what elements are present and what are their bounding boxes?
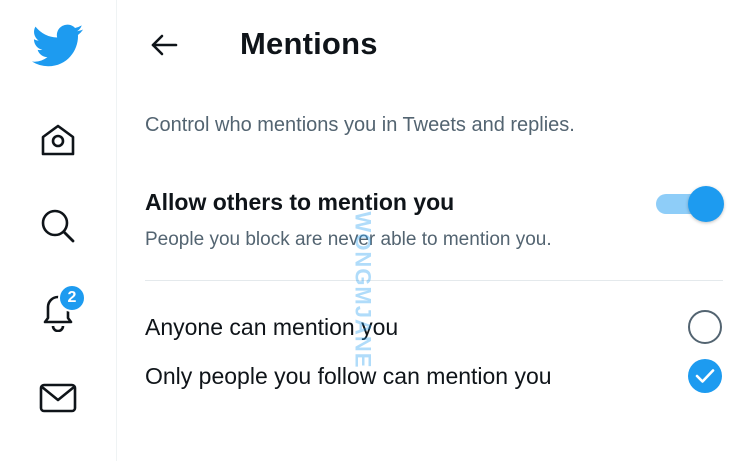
allow-mentions-title: Allow others to mention you <box>145 189 455 215</box>
option-people-you-follow[interactable]: Only people you follow can mention you <box>145 353 725 397</box>
notification-badge: 2 <box>58 284 86 312</box>
envelope-icon[interactable] <box>28 368 88 428</box>
radio-selected[interactable] <box>688 359 722 393</box>
watermark-text: WONGMJANE <box>350 211 376 369</box>
home-icon[interactable] <box>28 110 88 170</box>
sidebar-nav: 2 <box>0 0 117 461</box>
checkmark-icon <box>695 369 715 383</box>
radio-unselected[interactable] <box>688 310 722 344</box>
page-title: Mentions <box>240 26 378 61</box>
page-header: Mentions <box>117 0 750 92</box>
option-anyone[interactable]: Anyone can mention you <box>145 304 725 348</box>
section-divider <box>145 280 723 281</box>
search-icon[interactable] <box>28 196 88 256</box>
arrow-left-icon <box>151 34 178 56</box>
page-description: Control who mentions you in Tweets and r… <box>145 114 575 136</box>
watermark: WONGMJANE <box>346 190 378 390</box>
allow-mentions-toggle[interactable] <box>654 186 724 222</box>
twitter-bird-icon[interactable] <box>28 16 88 76</box>
back-button[interactable] <box>147 28 181 62</box>
toggle-knob <box>688 186 724 222</box>
